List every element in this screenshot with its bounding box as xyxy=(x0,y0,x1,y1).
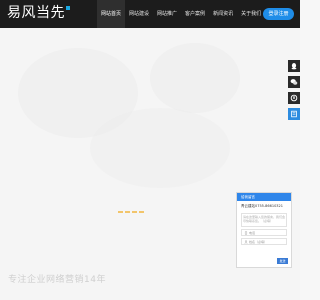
nav-item-cases[interactable]: 客户案例 xyxy=(181,0,209,28)
nav-item-home[interactable]: 网站首页 xyxy=(97,0,126,28)
hero-decoration xyxy=(90,108,230,188)
phone-button[interactable] xyxy=(288,92,300,104)
wechat-button[interactable] xyxy=(288,76,300,88)
floating-contact-bar xyxy=(288,60,300,124)
nav-item-website-build[interactable]: 网站建设 xyxy=(125,0,153,28)
qq-button[interactable] xyxy=(288,60,300,72)
user-icon xyxy=(244,239,248,244)
hero-decoration xyxy=(150,43,240,113)
phone-field[interactable]: 电话 xyxy=(241,229,287,236)
message-icon xyxy=(291,110,297,118)
logo-text: 易风当先 xyxy=(7,5,65,21)
phone-field-placeholder: 电话 xyxy=(249,230,256,235)
login-register-button[interactable]: 登录注册 xyxy=(263,8,294,20)
send-button[interactable]: 发送 xyxy=(277,258,288,264)
message-widget: 给我留言 青云建站0755-86610321 请在这里输入您的留言，我们会尽快联… xyxy=(236,192,292,268)
contact-phone: 青云建站0755-86610321 xyxy=(241,204,283,208)
wechat-icon xyxy=(290,79,298,85)
main-nav: 网站首页 网站建设 网站推广 客户案例 新闻资讯 关于我们 xyxy=(97,0,265,28)
message-widget-title[interactable]: 给我留言 xyxy=(237,193,291,201)
site-logo[interactable]: 易风当先 xyxy=(7,5,70,21)
phone-field-icon xyxy=(245,230,247,235)
hero-slogan: 专注企业网络营销14年 xyxy=(8,275,106,285)
phone-icon xyxy=(290,94,298,102)
nav-item-news[interactable]: 新闻资讯 xyxy=(209,0,237,28)
logo-mark xyxy=(66,6,70,10)
nav-item-about[interactable]: 关于我们 xyxy=(237,0,265,28)
top-header: 易风当先 网站首页 网站建设 网站推广 客户案例 新闻资讯 关于我们 登录注册 xyxy=(0,0,300,28)
name-field-placeholder: 姓名（必填） xyxy=(249,239,268,244)
nav-item-promotion[interactable]: 网站推广 xyxy=(153,0,181,28)
message-button[interactable] xyxy=(288,108,300,120)
message-textarea[interactable]: 请在这里输入您的留言，我们会尽快联系您。（必填） xyxy=(241,213,287,227)
name-field[interactable]: 姓名（必填） xyxy=(241,238,287,245)
qq-icon xyxy=(291,62,297,70)
loading-indicator xyxy=(118,211,144,213)
